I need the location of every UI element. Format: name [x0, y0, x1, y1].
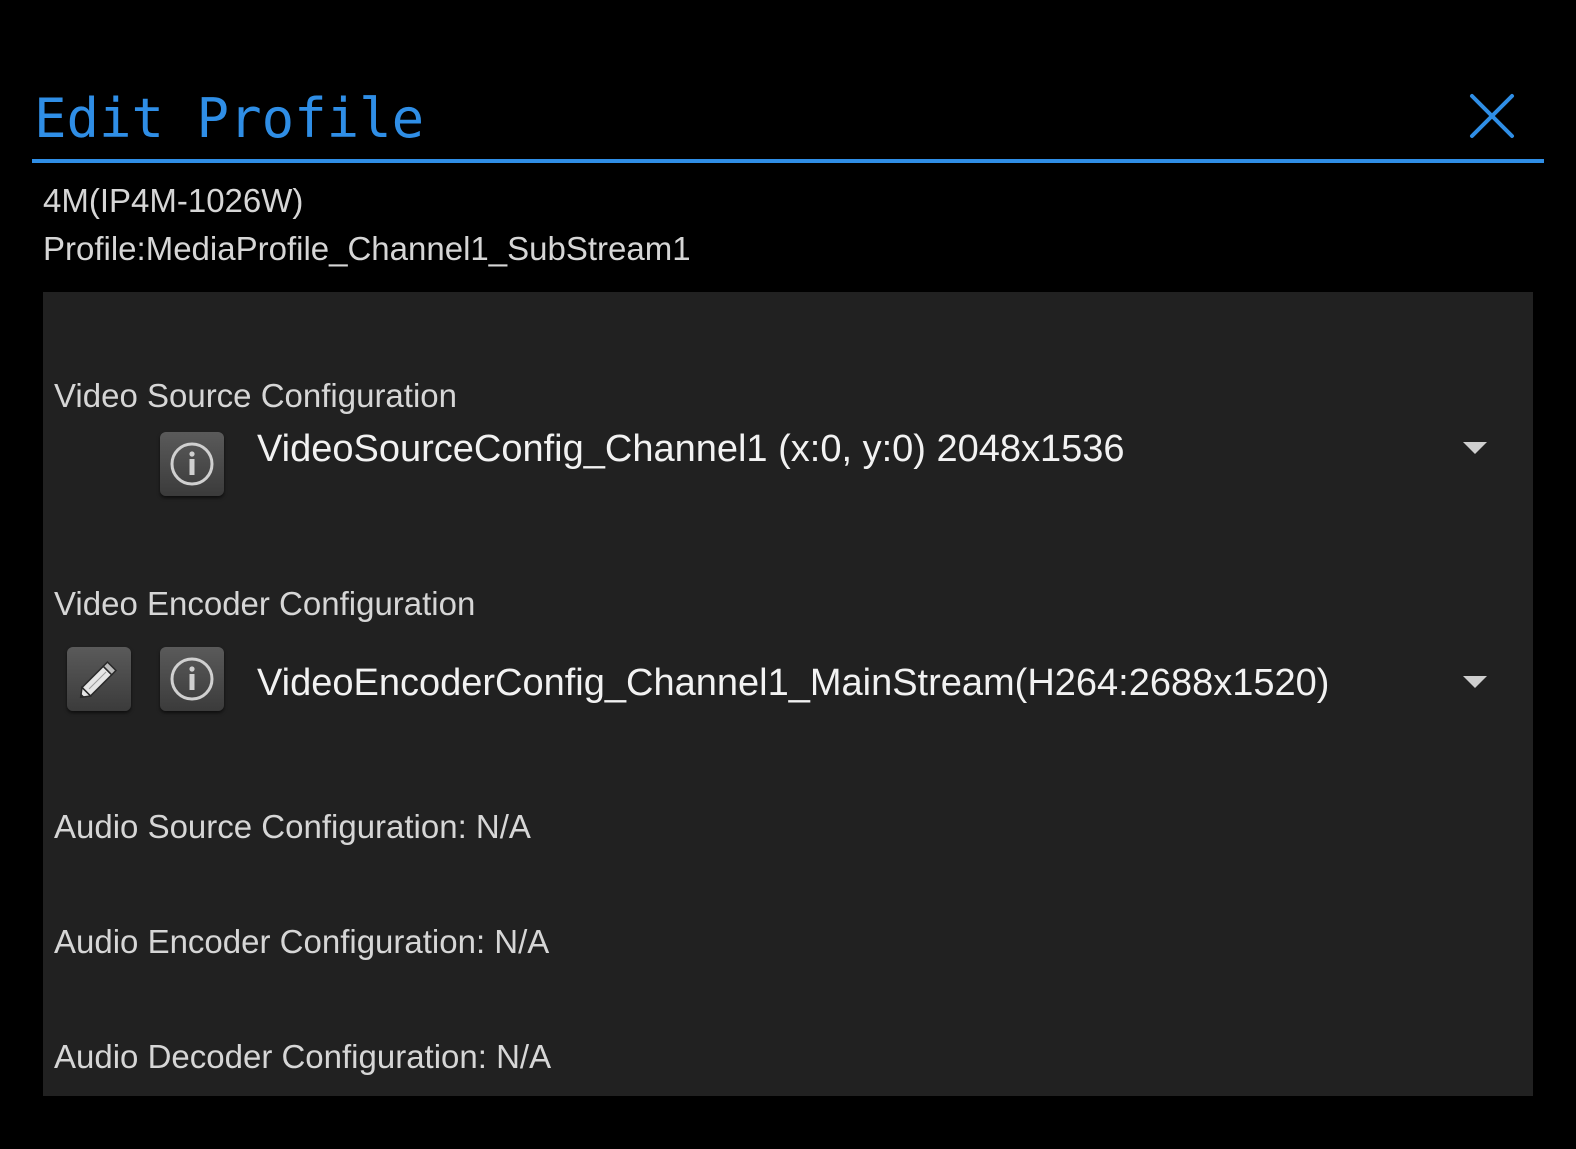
dialog-title: Edit Profile: [34, 87, 425, 150]
video-source-label: Video Source Configuration: [54, 377, 457, 414]
close-button[interactable]: [1466, 90, 1518, 142]
video-source-info-button[interactable]: [160, 432, 224, 496]
audio-encoder-config: Audio Encoder Configuration: N/A: [54, 923, 550, 960]
video-source-select[interactable]: VideoSourceConfig_Channel1 (x:0, y:0) 20…: [257, 420, 1487, 480]
configuration-panel: Video Source Configuration VideoSourceCo…: [43, 292, 1533, 1096]
video-encoder-edit-button[interactable]: [67, 647, 131, 711]
video-encoder-selected-value: VideoEncoderConfig_Channel1_MainStream(H…: [257, 662, 1330, 704]
pencil-icon: [79, 660, 118, 699]
info-icon: [170, 657, 214, 701]
chevron-down-icon: [1463, 442, 1487, 454]
close-icon: [1470, 94, 1514, 138]
audio-source-config: Audio Source Configuration: N/A: [54, 808, 531, 845]
video-encoder-select[interactable]: VideoEncoderConfig_Channel1_MainStream(H…: [257, 654, 1487, 714]
title-divider: [32, 159, 1544, 163]
device-name: 4M(IP4M-1026W): [43, 182, 304, 219]
audio-decoder-config: Audio Decoder Configuration: N/A: [54, 1038, 552, 1075]
video-source-selected-value: VideoSourceConfig_Channel1 (x:0, y:0) 20…: [257, 428, 1125, 470]
profile-name: Profile:MediaProfile_Channel1_SubStream1: [43, 230, 691, 267]
video-encoder-info-button[interactable]: [160, 647, 224, 711]
info-icon: [170, 442, 214, 486]
chevron-down-icon: [1463, 676, 1487, 688]
video-encoder-label: Video Encoder Configuration: [54, 585, 476, 622]
